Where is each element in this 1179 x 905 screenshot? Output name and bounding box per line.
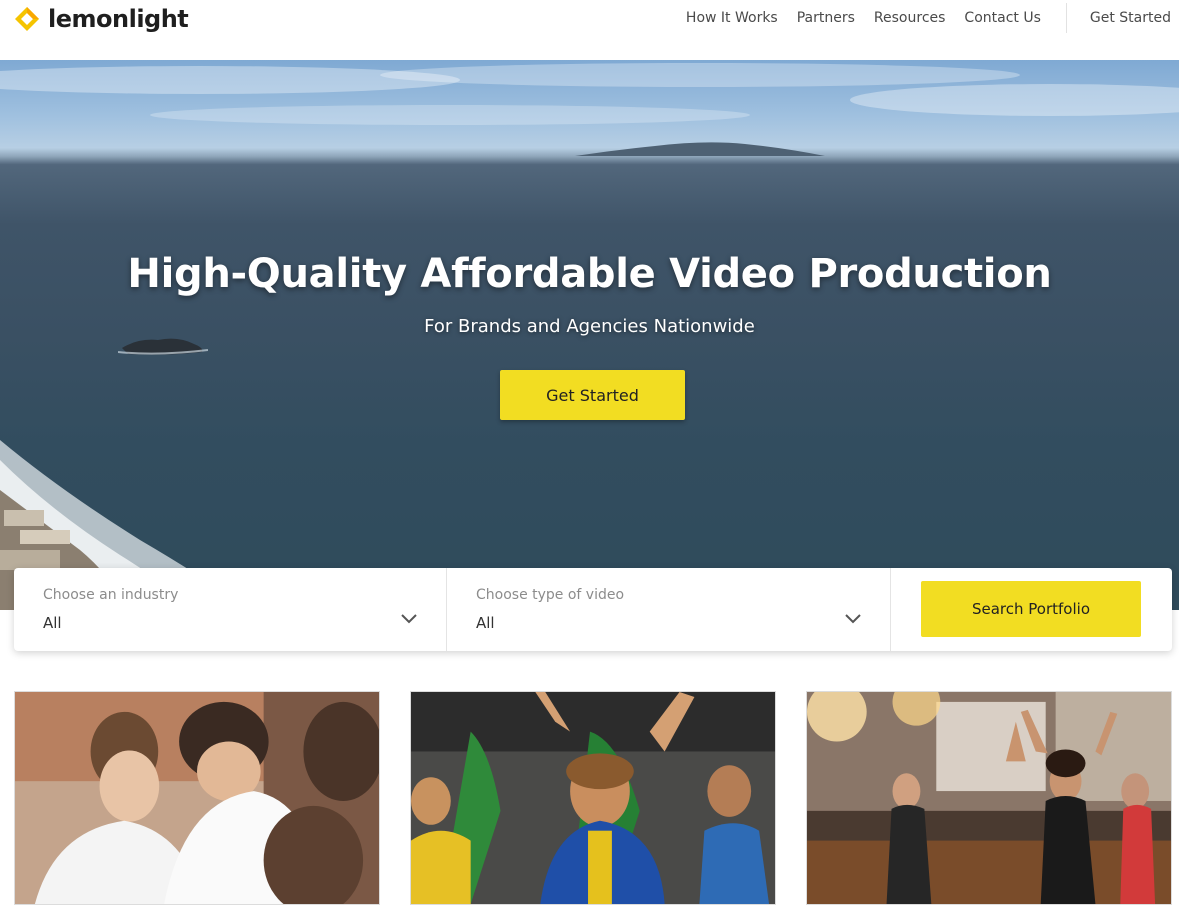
hero-subtitle: For Brands and Agencies Nationwide xyxy=(424,316,755,337)
portfolio-card[interactable] xyxy=(410,691,776,905)
portfolio-card[interactable] xyxy=(14,691,380,905)
site-header: lemonlight How It Works Partners Resourc… xyxy=(0,0,1179,60)
hero-island xyxy=(575,142,825,156)
hero-get-started-button[interactable]: Get Started xyxy=(500,370,685,420)
industry-select[interactable]: Choose an industry All xyxy=(14,568,447,651)
nav-contact-us[interactable]: Contact Us xyxy=(964,10,1040,26)
logo-text: lemonlight xyxy=(48,5,189,33)
portfolio-thumbnail-dance xyxy=(807,692,1171,904)
search-portfolio-button[interactable]: Search Portfolio xyxy=(921,581,1141,637)
nav-partners[interactable]: Partners xyxy=(797,10,855,26)
nav-get-started[interactable]: Get Started xyxy=(1090,10,1171,26)
portfolio-card[interactable] xyxy=(806,691,1172,905)
video-type-select[interactable]: Choose type of video All xyxy=(447,568,891,651)
portfolio-search-bar: Choose an industry All Choose type of vi… xyxy=(14,568,1172,651)
logo-link[interactable]: lemonlight xyxy=(14,4,189,34)
video-type-select-value: All xyxy=(476,614,495,632)
nav-how-it-works[interactable]: How It Works xyxy=(686,10,778,26)
chevron-down-icon xyxy=(845,614,861,624)
hero-title: High-Quality Affordable Video Production xyxy=(127,251,1052,297)
hero-rock xyxy=(118,338,208,355)
nav-resources[interactable]: Resources xyxy=(874,10,946,26)
chevron-down-icon xyxy=(401,614,417,624)
lemon-diamond-icon xyxy=(14,6,40,32)
video-type-select-label: Choose type of video xyxy=(476,587,625,603)
hero-section: High-Quality Affordable Video Production… xyxy=(0,60,1179,610)
industry-select-value: All xyxy=(43,614,62,632)
portfolio-thumbnail-students xyxy=(15,692,379,904)
search-button-container: Search Portfolio xyxy=(891,568,1172,651)
industry-select-label: Choose an industry xyxy=(43,587,179,603)
main-nav: How It Works Partners Resources Contact … xyxy=(667,3,1171,33)
portfolio-thumbnail-crowd xyxy=(411,692,775,904)
nav-divider xyxy=(1065,3,1067,33)
